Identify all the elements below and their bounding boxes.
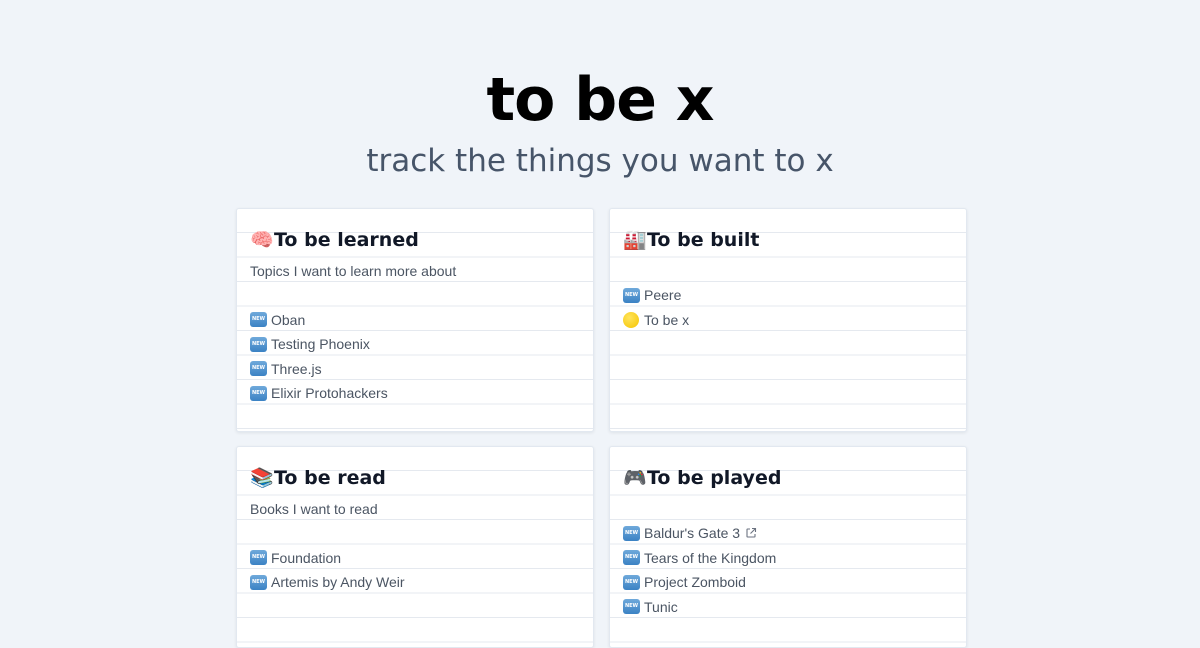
list-card-learned: 🧠To be learned Topics I want to learn mo… [236,208,594,432]
item-label: Project Zomboid [644,574,746,590]
game-controller-icon: 🎮 [623,467,647,489]
yellow-circle-icon [623,311,639,328]
new-badge-icon: NEW [250,574,267,590]
list-item[interactable]: NEW Testing Phoenix [250,332,388,357]
item-label: Tears of the Kingdom [644,549,777,566]
item-label: Baldur's Gate 3 [644,525,741,541]
item-label: Elixir Protohackers [271,385,388,401]
card-title-label: To be played [647,467,782,489]
item-label: Tunic [644,598,678,615]
external-link-icon[interactable] [745,527,757,539]
list-item[interactable]: NEW Oban [250,308,388,333]
list-item[interactable]: NEW Three.js [250,357,388,382]
item-label: Oban [271,311,306,328]
list-item[interactable]: NEW Project Zomboid [623,570,776,595]
books-icon: 📚 [250,467,274,489]
item-label: Artemis by Andy Weir [271,574,405,590]
card-title-label: To be built [647,229,760,251]
card-title-label: To be learned [274,229,419,251]
page-title: to be x [486,65,714,135]
new-badge-icon: NEW [250,312,267,328]
list-item[interactable]: NEW Tunic [623,595,776,620]
list-item[interactable]: NEW Tears of the Kingdom [623,546,776,571]
card-description: Topics I want to learn more about [250,263,457,279]
new-badge-icon: NEW [250,550,267,566]
new-badge-icon: NEW [623,574,640,590]
brain-icon: 🧠 [250,229,274,251]
new-badge-icon: NEW [623,525,640,541]
card-title[interactable]: 🎮To be played [623,465,781,491]
new-badge-icon: NEW [623,599,640,615]
list-item[interactable]: To be x [623,308,689,333]
list-card-read: 📚To be read Books I want to read NEW Foun… [236,446,594,648]
list-card-played: 🎮To be played NEW Baldur's Gate 3 NEW Tear… [609,446,967,648]
list-card-built: 🏭To be built NEW Peere To be x [609,208,967,432]
card-title[interactable]: 🧠To be learned [250,227,419,253]
new-badge-icon: NEW [250,361,267,377]
item-list: NEW Foundation NEW Artemis by Andy Weir [250,546,405,595]
list-item[interactable]: NEW Elixir Protohackers [250,381,388,406]
new-badge-icon: NEW [250,336,267,352]
item-list: NEW Peere To be x [623,283,689,332]
item-label: Peere [644,287,682,303]
factory-icon: 🏭 [623,229,647,251]
list-item[interactable]: NEW Artemis by Andy Weir [250,570,405,595]
new-badge-icon: NEW [623,287,640,303]
item-label: To be x [644,311,690,328]
page-subtitle: track the things you want to x [366,143,834,179]
card-title[interactable]: 🏭To be built [623,227,759,253]
list-item[interactable]: NEW Peere [623,283,689,308]
list-item[interactable]: NEW Baldur's Gate 3 [623,521,776,546]
item-list: NEW Baldur's Gate 3 NEW Tears of the Kingd… [623,521,776,619]
card-title[interactable]: 📚To be read [250,465,386,491]
card-title-label: To be read [274,467,386,489]
new-badge-icon: NEW [250,385,267,401]
list-item[interactable]: NEW Foundation [250,546,405,571]
item-list: NEW Oban NEW Testing Phoenix NEW Three.js N… [250,308,388,406]
item-label: Three.js [271,360,322,377]
card-description: Books I want to read [250,501,378,517]
new-badge-icon: NEW [623,550,640,566]
item-label: Foundation [271,549,342,566]
item-label: Testing Phoenix [271,336,370,352]
